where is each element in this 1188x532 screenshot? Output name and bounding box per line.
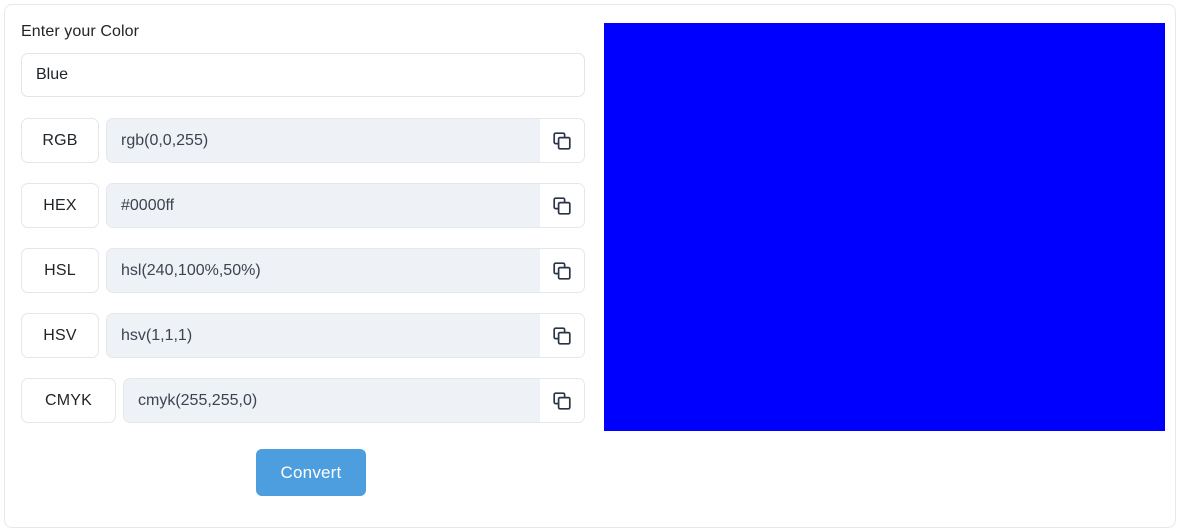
- convert-button-row: Convert: [5, 449, 1175, 496]
- conversion-row-hsv: HSV: [21, 313, 585, 358]
- row-label-hex: HEX: [21, 183, 99, 228]
- copy-icon: [553, 196, 571, 215]
- copy-icon: [553, 261, 571, 280]
- row-value-group-cmyk: [123, 378, 585, 423]
- page-title: Enter your Color: [21, 23, 140, 40]
- hex-value-input[interactable]: [107, 184, 540, 227]
- copy-button-hsv[interactable]: [540, 314, 584, 357]
- copy-icon: [553, 326, 571, 345]
- row-label-hsl: HSL: [21, 248, 99, 293]
- row-label-cmyk: CMYK: [21, 378, 116, 423]
- conversion-rows: RGB HEX: [21, 118, 605, 423]
- row-value-group-rgb: [106, 118, 585, 163]
- conversion-row-cmyk: CMYK: [21, 378, 585, 423]
- hsv-value-input[interactable]: [107, 314, 540, 357]
- conversion-row-hsl: HSL: [21, 248, 585, 293]
- cmyk-value-input[interactable]: [124, 379, 540, 422]
- row-label-rgb: RGB: [21, 118, 99, 163]
- color-preview-swatch: [604, 23, 1165, 431]
- copy-icon: [553, 391, 571, 410]
- copy-button-hsl[interactable]: [540, 249, 584, 292]
- row-value-group-hsv: [106, 313, 585, 358]
- copy-icon: [553, 131, 571, 150]
- hsl-value-input[interactable]: [107, 249, 540, 292]
- conversion-row-rgb: RGB: [21, 118, 585, 163]
- color-converter-card: Enter your Color RGB HEX: [4, 4, 1176, 528]
- conversion-row-hex: HEX: [21, 183, 585, 228]
- copy-button-rgb[interactable]: [540, 119, 584, 162]
- convert-button[interactable]: Convert: [256, 449, 366, 496]
- color-name-input[interactable]: [21, 53, 585, 97]
- row-value-group-hex: [106, 183, 585, 228]
- copy-button-cmyk[interactable]: [540, 379, 584, 422]
- row-value-group-hsl: [106, 248, 585, 293]
- rgb-value-input[interactable]: [107, 119, 540, 162]
- copy-button-hex[interactable]: [540, 184, 584, 227]
- row-label-hsv: HSV: [21, 313, 99, 358]
